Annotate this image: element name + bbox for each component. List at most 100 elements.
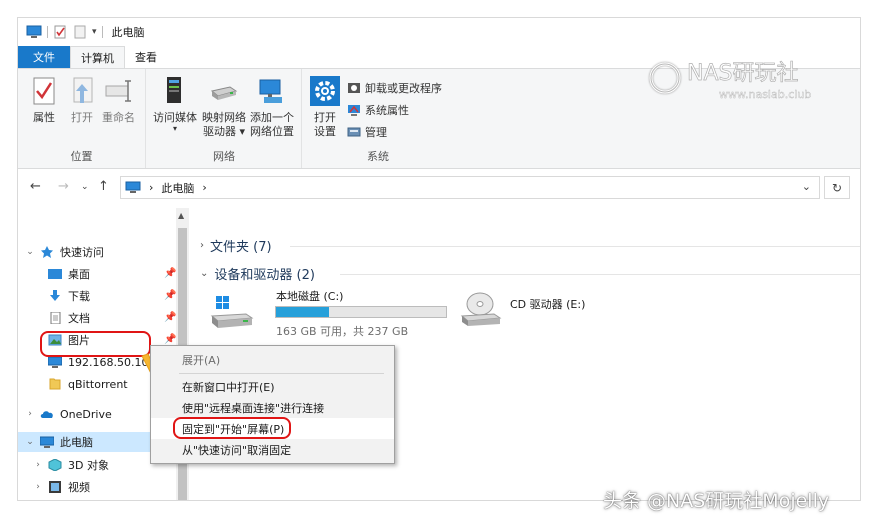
system-properties-button[interactable]: 系统属性 [347, 101, 409, 119]
checkmark-doc-icon [33, 77, 55, 105]
nav-item-pc-pictures[interactable]: › 图片 [32, 499, 90, 500]
nav-onedrive[interactable]: › OneDrive [24, 404, 112, 424]
ribbon-group-system: 打开 设置 卸载或更改程序 系统属性 管理 系统 [303, 69, 453, 168]
cd-drive-icon [460, 292, 502, 326]
menu-item-unpin-quick-access[interactable]: 从"快速访问"取消固定 [151, 439, 394, 460]
tab-computer[interactable]: 计算机 [70, 46, 125, 68]
menu-item-expand[interactable]: 展开(A) [151, 349, 394, 370]
media-server-icon [167, 77, 181, 103]
document-icon [50, 312, 61, 324]
separator [101, 26, 103, 38]
desktop-icon [48, 269, 62, 279]
nav-item-label: qBittorrent [68, 377, 128, 391]
forward-arrow-icon[interactable]: → [58, 179, 69, 194]
properties-button[interactable]: 属性 [28, 75, 60, 125]
dropdown-arrow-icon: ▾ [172, 124, 177, 133]
rename-icon [105, 80, 131, 102]
ribbon-group-location: 属性 打开 重命名 位置 [18, 69, 146, 168]
refresh-icon: ↻ [831, 180, 843, 195]
new-folder-quick-icon[interactable] [73, 25, 87, 39]
nav-this-pc-label: 此电脑 [60, 436, 93, 449]
menu-item-remote-desktop[interactable]: 使用"远程桌面连接"进行连接 [151, 397, 394, 418]
drive-cd-e[interactable]: CD 驱动器 (E:) [458, 288, 638, 338]
quick-access-dropdown-icon[interactable]: ▾ [92, 27, 97, 37]
title-bar: ▾ 此电脑 [18, 18, 860, 46]
breadcrumb-separator[interactable]: › [202, 181, 206, 194]
pin-icon: 📌 [164, 334, 177, 345]
folders-header-label: 文件夹 (7) [210, 240, 272, 255]
breadcrumb-separator[interactable]: › [149, 181, 153, 194]
divider [340, 274, 860, 275]
properties-quick-icon[interactable] [53, 25, 67, 39]
nav-item-label: 下载 [68, 290, 90, 303]
uninstall-programs-button[interactable]: 卸载或更改程序 [347, 79, 442, 97]
address-bar[interactable]: › 此电脑 › ⌄ [120, 176, 820, 199]
rename-label: 重命名 [102, 111, 135, 124]
uninstall-icon [348, 83, 360, 93]
tab-file[interactable]: 文件 [18, 46, 70, 68]
expand-chevron-icon[interactable]: ⌄ [24, 247, 36, 257]
drive-c-usage-bar [275, 306, 447, 318]
nav-item-desktop[interactable]: 桌面 [48, 264, 90, 284]
tab-view[interactable]: 查看 [125, 46, 167, 68]
nav-quick-access[interactable]: ⌄ 快速访问 [24, 242, 104, 262]
gear-icon [310, 76, 340, 106]
add-network-location-icon [259, 79, 282, 103]
collapsed-chevron-icon[interactable]: › [200, 240, 204, 251]
address-dropdown-chevron-icon[interactable]: ⌄ [802, 180, 811, 193]
up-arrow-icon[interactable]: ↑ [98, 179, 109, 194]
add-network-location-button[interactable]: 添加一个 网络位置 [250, 75, 294, 139]
video-icon [49, 481, 61, 493]
scroll-up-arrow-icon[interactable]: ▲ [178, 211, 184, 220]
map-drive-label-1: 映射网络 [202, 111, 246, 124]
nav-item-3d-objects[interactable]: › 3D 对象 [32, 455, 109, 475]
breadcrumb-this-pc[interactable]: 此电脑 [161, 180, 194, 196]
system-properties-label: 系统属性 [365, 104, 409, 117]
hard-drive-icon [210, 296, 254, 328]
group-header-folders[interactable]: › 文件夹 (7) [200, 236, 272, 255]
drive-c-name: 本地磁盘 (C:) [276, 290, 344, 303]
open-settings-button[interactable]: 打开 设置 [309, 75, 341, 139]
map-drive-label-2: 驱动器 ▾ [202, 125, 246, 138]
caption-watermark: 头条 @NAS研玩社Mojelly [603, 490, 830, 512]
refresh-button[interactable]: ↻ [824, 176, 850, 199]
group-header-devices[interactable]: ⌄ 设备和驱动器 (2) [200, 264, 315, 283]
nav-item-downloads[interactable]: 下载 [48, 286, 90, 306]
access-media-button[interactable]: 访问媒体 ▾ [153, 75, 197, 133]
open-button[interactable]: 打开 [66, 75, 98, 125]
expand-chevron-icon[interactable]: › [32, 460, 44, 470]
window-title: 此电脑 [111, 26, 145, 39]
properties-label: 属性 [33, 111, 55, 124]
nav-item-label: 视频 [68, 481, 90, 494]
nav-item-videos[interactable]: › 视频 [32, 477, 90, 497]
nav-item-documents[interactable]: 文档 [48, 308, 90, 328]
annotation-highlight-network-item [40, 331, 151, 357]
nav-item-qbittorrent[interactable]: qBittorrent [48, 374, 128, 394]
expand-chevron-icon[interactable]: › [32, 482, 44, 492]
nav-item-label: 桌面 [68, 268, 90, 281]
rename-button[interactable]: 重命名 [102, 75, 135, 125]
expanded-chevron-icon[interactable]: ⌄ [200, 268, 208, 279]
nav-item-label: 3D 对象 [68, 459, 109, 472]
computer-icon [40, 436, 54, 448]
expand-chevron-icon[interactable]: › [24, 409, 36, 419]
back-arrow-icon[interactable]: ← [30, 179, 41, 194]
ribbon-group-label-location: 位置 [70, 150, 93, 163]
open-settings-label-1: 打开 [314, 111, 336, 124]
system-properties-icon [348, 105, 360, 116]
uninstall-label: 卸载或更改程序 [365, 82, 442, 95]
expand-chevron-icon[interactable]: ⌄ [24, 437, 36, 447]
add-location-label-2: 网络位置 [250, 125, 294, 138]
menu-item-open-new-window[interactable]: 在新窗口中打开(E) [151, 376, 394, 397]
map-network-drive-button[interactable]: 映射网络 驱动器 ▾ [202, 75, 246, 139]
pin-icon: 📌 [164, 268, 177, 279]
manage-icon [347, 127, 361, 137]
drive-local-disk-c[interactable]: 本地磁盘 (C:) 163 GB 可用，共 237 GB [210, 288, 450, 338]
computer-icon [26, 25, 42, 38]
star-icon [41, 246, 53, 258]
access-media-label: 访问媒体 [153, 111, 197, 124]
manage-label: 管理 [365, 126, 387, 139]
drive-c-usage-fill [276, 307, 330, 317]
recent-locations-chevron-icon[interactable]: ⌄ [81, 182, 89, 192]
manage-button[interactable]: 管理 [347, 123, 387, 141]
